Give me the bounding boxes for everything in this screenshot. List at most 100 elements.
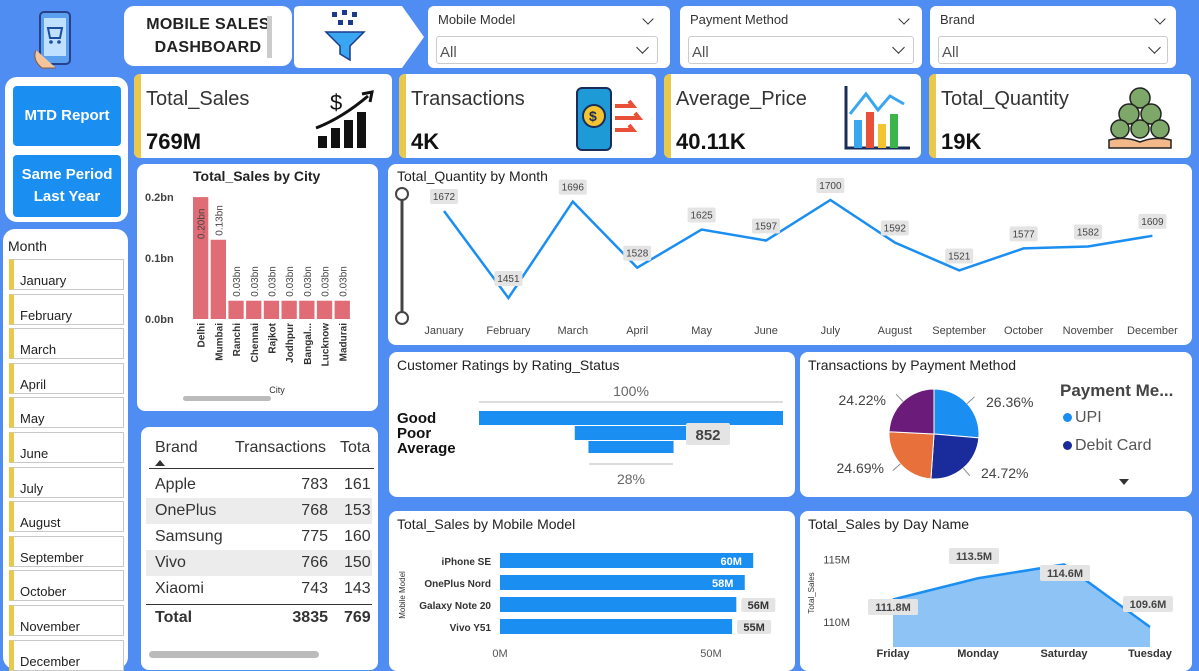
sales-by-day-card: Total_Sales by Day Name 115M 110M Total_Sa… — [800, 511, 1192, 671]
pie-slice[interactable] — [888, 431, 935, 480]
app-logo — [6, 6, 106, 72]
coins-hand-icon — [1108, 87, 1172, 149]
y-axis-label: Mobile Model — [398, 571, 407, 619]
mtd-report-label: MTD Report — [24, 107, 110, 124]
sort-ascending-icon — [155, 460, 165, 466]
month-item-july[interactable]: July — [9, 466, 124, 498]
table-row[interactable]: Samsung 775 160 — [146, 524, 372, 550]
payment-method-filter[interactable]: Payment Method All — [680, 6, 922, 68]
data-label: 111.8M — [875, 602, 910, 614]
same-period-last-year-button[interactable]: Same Period Last Year — [13, 155, 121, 217]
col-header-total[interactable]: Tota — [340, 439, 370, 457]
model-bar-chart: iPhone SE 60M OnePlus Nord 58M Galaxy Note 2… — [398, 553, 776, 660]
funnel-bar-good[interactable] — [479, 411, 783, 425]
bar-jodhpur[interactable] — [281, 300, 297, 319]
phone-payment-icon: $ — [576, 87, 644, 151]
filter-dropdown[interactable] — [436, 36, 658, 64]
legend-item-upi[interactable]: UPI — [1063, 409, 1102, 427]
bar-madurai[interactable] — [334, 300, 350, 319]
month-item-october[interactable]: October — [9, 570, 124, 602]
legend-item-debit-card[interactable]: Debit Card — [1063, 437, 1151, 455]
table-row[interactable]: OnePlus 768 153 — [146, 498, 372, 524]
x-tick-label: Madurai — [338, 323, 349, 362]
data-label: 0.03bn — [338, 266, 349, 297]
funnel-bar-poor[interactable] — [574, 426, 688, 440]
kpi-label: Transactions — [411, 88, 525, 110]
kpi-total-quantity: Total_Quantity 19K — [929, 74, 1191, 158]
month-item-may[interactable]: May — [9, 397, 124, 429]
bar-ranchi[interactable] — [228, 300, 244, 319]
table-row[interactable]: Xiaomi 743 143 — [146, 576, 372, 602]
filter-dropdown[interactable] — [688, 36, 914, 64]
col-header-brand[interactable]: Brand — [155, 439, 198, 457]
model-bar[interactable] — [500, 619, 733, 634]
x-tick-label: Lucknow — [321, 323, 332, 367]
funnel-bar-average[interactable] — [588, 441, 674, 453]
month-item-june[interactable]: June — [9, 432, 124, 463]
bar-bangal[interactable] — [299, 300, 315, 319]
cell-brand: Vivo — [155, 554, 186, 571]
pie-slice[interactable] — [888, 388, 935, 435]
bar-rajkot[interactable] — [263, 300, 280, 319]
x-tick-label: June — [754, 325, 778, 337]
title-line-2: DASHBOARD — [154, 39, 262, 56]
x-tick-label: Chennai — [250, 323, 261, 363]
x-tick-label: Rajkot — [267, 322, 278, 353]
legend-scroll-down-icon[interactable] — [1119, 479, 1129, 485]
kpi-total-sales: Total_Sales 769M $ — [134, 74, 392, 158]
quantity-line[interactable] — [442, 198, 1153, 301]
sales-by-city-card: Total_Sales by City 0.2bn 0.1bn 0.0bn 0.20b… — [137, 164, 378, 411]
y-tick-label: 0.1bn — [145, 253, 174, 265]
chart-scrollbar[interactable] — [183, 396, 271, 401]
x-tick-label: October — [1004, 325, 1043, 337]
table-row[interactable]: Vivo 766 150 — [146, 550, 372, 576]
chevron-down-icon — [1154, 13, 1166, 25]
filter-value: All — [942, 44, 959, 61]
month-item-november[interactable]: November — [9, 605, 124, 636]
filter-panel-button[interactable] — [294, 6, 426, 68]
payment-method-card: Transactions by Payment Method 26.36% 24.… — [800, 352, 1192, 497]
data-label: 1528 — [626, 249, 649, 260]
month-item-march[interactable]: March — [9, 328, 124, 360]
month-item-august[interactable]: August — [9, 501, 124, 533]
data-label: 56M — [748, 600, 769, 612]
model-bar[interactable] — [500, 597, 737, 612]
filter-dropdown[interactable] — [938, 36, 1168, 64]
month-item-january[interactable]: January — [9, 259, 124, 290]
spl-label-1: Same Period — [21, 166, 113, 183]
pie-slice[interactable] — [933, 388, 980, 439]
month-item-april[interactable]: April — [9, 362, 124, 394]
x-tick-label: 0M — [492, 648, 507, 660]
mobile-model-filter[interactable]: Mobile Model All — [428, 6, 670, 68]
bar-chennai[interactable] — [246, 300, 262, 319]
col-header-transactions[interactable]: Transactions — [235, 439, 326, 457]
model-bar[interactable] — [500, 553, 754, 568]
cell-total: 160 — [344, 528, 371, 545]
bar-mumbai[interactable] — [210, 239, 226, 319]
table-scrollbar[interactable] — [149, 651, 319, 658]
funnel-top-label: 100% — [613, 383, 649, 399]
svg-text:$: $ — [330, 90, 342, 115]
cell-total: 143 — [344, 580, 371, 597]
category-label: Average — [397, 440, 456, 457]
x-tick-label: April — [626, 325, 648, 337]
data-label: 0.03bn — [232, 266, 243, 297]
data-label: 0.03bn — [267, 266, 278, 297]
month-item-september[interactable]: September — [9, 535, 124, 567]
brand-filter[interactable]: Brand All — [930, 6, 1176, 68]
cell-total-transactions: 3835 — [292, 609, 328, 626]
model-bar[interactable] — [500, 575, 745, 590]
bar-lucknow[interactable] — [316, 300, 333, 319]
growth-chart-icon: $ — [315, 90, 374, 148]
pie-slice[interactable] — [930, 433, 980, 480]
month-item-february[interactable]: February — [9, 293, 124, 325]
x-tick-label: May — [691, 325, 712, 337]
slice-label: 26.36% — [986, 394, 1033, 410]
filter-value: All — [692, 44, 709, 61]
y-tick-label: iPhone SE — [442, 557, 492, 568]
data-label: 1521 — [948, 251, 971, 262]
data-label: 113.5M — [956, 551, 992, 563]
table-row[interactable]: Apple 783 161 — [146, 472, 372, 498]
mtd-report-button[interactable]: MTD Report — [13, 86, 121, 146]
legend-dot — [1063, 413, 1072, 422]
